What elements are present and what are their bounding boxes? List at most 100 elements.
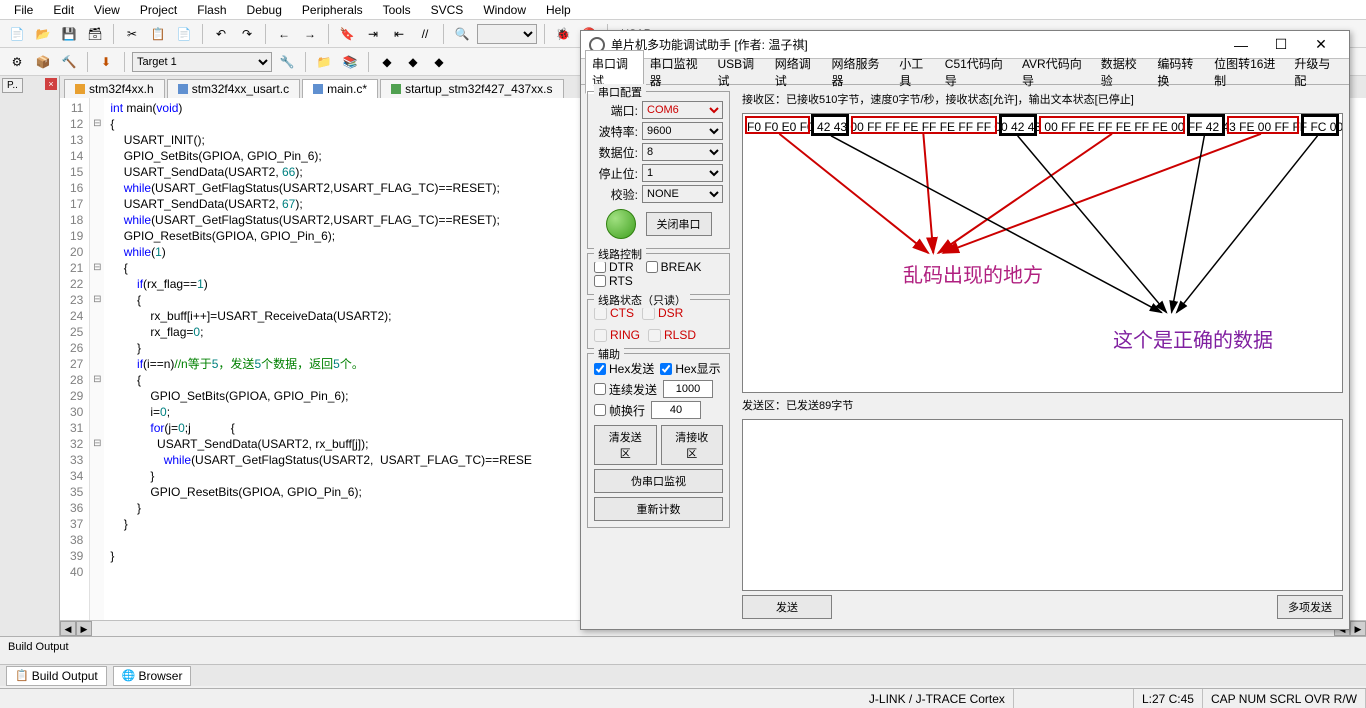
dtr-checkbox[interactable]: DTR bbox=[594, 260, 634, 274]
port-select[interactable]: COM6 bbox=[642, 101, 723, 119]
build-output-panel: Build Output bbox=[0, 636, 1366, 664]
open-file-icon[interactable]: 📂 bbox=[32, 23, 54, 45]
config2-icon[interactable]: ◆ bbox=[402, 51, 424, 73]
nav-back-icon[interactable]: ← bbox=[273, 23, 295, 45]
debug-icon[interactable]: 🐞 bbox=[552, 23, 574, 45]
databits-select[interactable]: 8 bbox=[642, 143, 723, 161]
hex-data: F0 F0 E0 F0 42 43 00 FF FF FE FF FE FF F… bbox=[747, 120, 1343, 134]
fold-column[interactable]: ⊟ ⊟ ⊟ ⊟ ⊟ bbox=[90, 98, 104, 620]
send-header: 发送区：已发送89字节 bbox=[742, 397, 1343, 413]
port-status-icon bbox=[606, 209, 636, 239]
editor-tab[interactable]: startup_stm32f427_437xx.s bbox=[380, 79, 563, 98]
redo-icon[interactable]: ↷ bbox=[236, 23, 258, 45]
port-config-group: 串口配置 端口:COM6 波特率:9600 数据位:8 停止位:1 校验:NON… bbox=[587, 91, 730, 249]
hex-send-checkbox[interactable]: Hex发送 bbox=[594, 360, 654, 377]
continuous-send-checkbox[interactable]: 连续发送 bbox=[594, 381, 657, 398]
scroll-left-icon[interactable]: ◀ bbox=[60, 621, 76, 636]
rts-checkbox[interactable]: RTS bbox=[594, 274, 723, 288]
recv-textarea[interactable]: F0 F0 E0 F0 42 43 00 FF FF FE FF FE FF F… bbox=[742, 113, 1343, 393]
scroll-right-icon[interactable]: ▶ bbox=[76, 621, 92, 636]
project-panel: P.. × bbox=[0, 76, 60, 636]
parity-select[interactable]: NONE bbox=[642, 185, 723, 203]
stopbits-select[interactable]: 1 bbox=[642, 164, 723, 182]
aux-group: 辅助 Hex发送 Hex显示 连续发送 帧换行 清发送区 清接收区 伪串口监 bbox=[587, 353, 730, 528]
options-icon[interactable]: 🔧 bbox=[276, 51, 298, 73]
cut-icon[interactable]: ✂ bbox=[121, 23, 143, 45]
garbled-annotation: 乱码出现的地方 bbox=[903, 259, 1043, 288]
menu-bar: File Edit View Project Flash Debug Perip… bbox=[0, 0, 1366, 20]
download-icon[interactable]: ⬇ bbox=[95, 51, 117, 73]
send-button[interactable]: 发送 bbox=[742, 595, 832, 619]
menu-edit[interactable]: Edit bbox=[43, 1, 84, 19]
find-icon[interactable]: 🔍 bbox=[451, 23, 473, 45]
menu-help[interactable]: Help bbox=[536, 1, 581, 19]
manage-icon[interactable]: 📁 bbox=[313, 51, 335, 73]
save-icon[interactable]: 💾 bbox=[58, 23, 80, 45]
file-icon bbox=[178, 84, 188, 94]
menu-peripherals[interactable]: Peripherals bbox=[292, 1, 373, 19]
config1-icon[interactable]: ◆ bbox=[376, 51, 398, 73]
rebuild-icon[interactable]: 🔨 bbox=[58, 51, 80, 73]
baud-select[interactable]: 9600 bbox=[642, 122, 723, 140]
books-icon[interactable]: 📚 bbox=[339, 51, 361, 73]
file-icon bbox=[391, 84, 401, 94]
tab-browser[interactable]: 🌐 Browser bbox=[113, 666, 192, 686]
tab-build-output[interactable]: 📋 Build Output bbox=[6, 666, 107, 686]
close-port-button[interactable]: 关闭串口 bbox=[646, 212, 712, 236]
frame-wrap-checkbox[interactable]: 帧换行 bbox=[594, 402, 645, 419]
undo-icon[interactable]: ↶ bbox=[210, 23, 232, 45]
multi-send-button[interactable]: 多项发送 bbox=[1277, 595, 1343, 619]
bottom-tabs: 📋 Build Output 🌐 Browser bbox=[0, 664, 1366, 686]
hex-display-checkbox[interactable]: Hex显示 bbox=[660, 360, 720, 377]
serial-debug-window: 单片机多功能调试助手 [作者: 温子祺] — ☐ ✕ 串口调试串口监视器USB调… bbox=[580, 30, 1350, 630]
menu-view[interactable]: View bbox=[84, 1, 130, 19]
line-control-group: 线路控制 DTR BREAK RTS bbox=[587, 253, 730, 295]
target-select[interactable]: Target 1 bbox=[132, 52, 272, 72]
copy-icon[interactable]: 📋 bbox=[147, 23, 169, 45]
build-icon[interactable]: 📦 bbox=[32, 51, 54, 73]
clear-send-button[interactable]: 清发送区 bbox=[594, 425, 657, 465]
menu-project[interactable]: Project bbox=[130, 1, 187, 19]
status-position: L:27 C:45 bbox=[1134, 689, 1203, 708]
break-checkbox[interactable]: BREAK bbox=[646, 260, 702, 274]
file-icon bbox=[313, 84, 323, 94]
outdent-icon[interactable]: ⇤ bbox=[388, 23, 410, 45]
menu-flash[interactable]: Flash bbox=[187, 1, 236, 19]
nav-fwd-icon[interactable]: → bbox=[299, 23, 321, 45]
bookmark-icon[interactable]: 🔖 bbox=[336, 23, 358, 45]
send-textarea[interactable] bbox=[742, 419, 1343, 591]
recount-button[interactable]: 重新计数 bbox=[594, 497, 723, 521]
correct-annotation: 这个是正确的数据 bbox=[1113, 324, 1273, 353]
scroll-right2-icon[interactable]: ▶ bbox=[1350, 621, 1366, 636]
menu-window[interactable]: Window bbox=[473, 1, 536, 19]
indent-icon[interactable]: ⇥ bbox=[362, 23, 384, 45]
paste-icon[interactable]: 📄 bbox=[173, 23, 195, 45]
translate-icon[interactable]: ⚙ bbox=[6, 51, 28, 73]
config3-icon[interactable]: ◆ bbox=[428, 51, 450, 73]
clear-recv-button[interactable]: 清接收区 bbox=[661, 425, 724, 465]
serial-tabs: 串口调试串口监视器USB调试网络调试网络服务器小工具C51代码向导AVR代码向导… bbox=[581, 59, 1349, 85]
save-all-icon[interactable]: 🗃 bbox=[84, 23, 106, 45]
project-tab[interactable]: P.. bbox=[2, 78, 23, 93]
menu-file[interactable]: File bbox=[4, 1, 43, 19]
line-gutter: 11 12 13 14 15 16 17 18 19 20 21 22 23 2… bbox=[60, 98, 90, 620]
find-combo[interactable] bbox=[477, 24, 537, 44]
frame-wrap-input[interactable] bbox=[651, 401, 701, 419]
editor-tab[interactable]: main.c* bbox=[302, 79, 378, 98]
line-status-group: 线路状态（只读） CTS DSR RING RLSD bbox=[587, 299, 730, 349]
fake-monitor-button[interactable]: 伪串口监视 bbox=[594, 469, 723, 493]
menu-svcs[interactable]: SVCS bbox=[421, 1, 474, 19]
menu-tools[interactable]: Tools bbox=[373, 1, 421, 19]
file-icon bbox=[75, 84, 85, 94]
status-bar: J-LINK / J-TRACE Cortex L:27 C:45 CAP NU… bbox=[0, 688, 1366, 708]
recv-header: 接收区：已接收510字节，速度0字节/秒，接收状态[允许]，输出文本状态[已停止… bbox=[742, 91, 1343, 107]
editor-tab[interactable]: stm32f4xx_usart.c bbox=[167, 79, 300, 98]
status-debugger: J-LINK / J-TRACE Cortex bbox=[861, 689, 1014, 708]
menu-debug[interactable]: Debug bbox=[237, 1, 292, 19]
new-file-icon[interactable]: 📄 bbox=[6, 23, 28, 45]
panel-close-icon[interactable]: × bbox=[45, 78, 57, 90]
editor-tab[interactable]: stm32f4xx.h bbox=[64, 79, 165, 98]
status-indicators: CAP NUM SCRL OVR R/W bbox=[1203, 689, 1366, 708]
comment-icon[interactable]: // bbox=[414, 23, 436, 45]
continuous-interval-input[interactable] bbox=[663, 380, 713, 398]
